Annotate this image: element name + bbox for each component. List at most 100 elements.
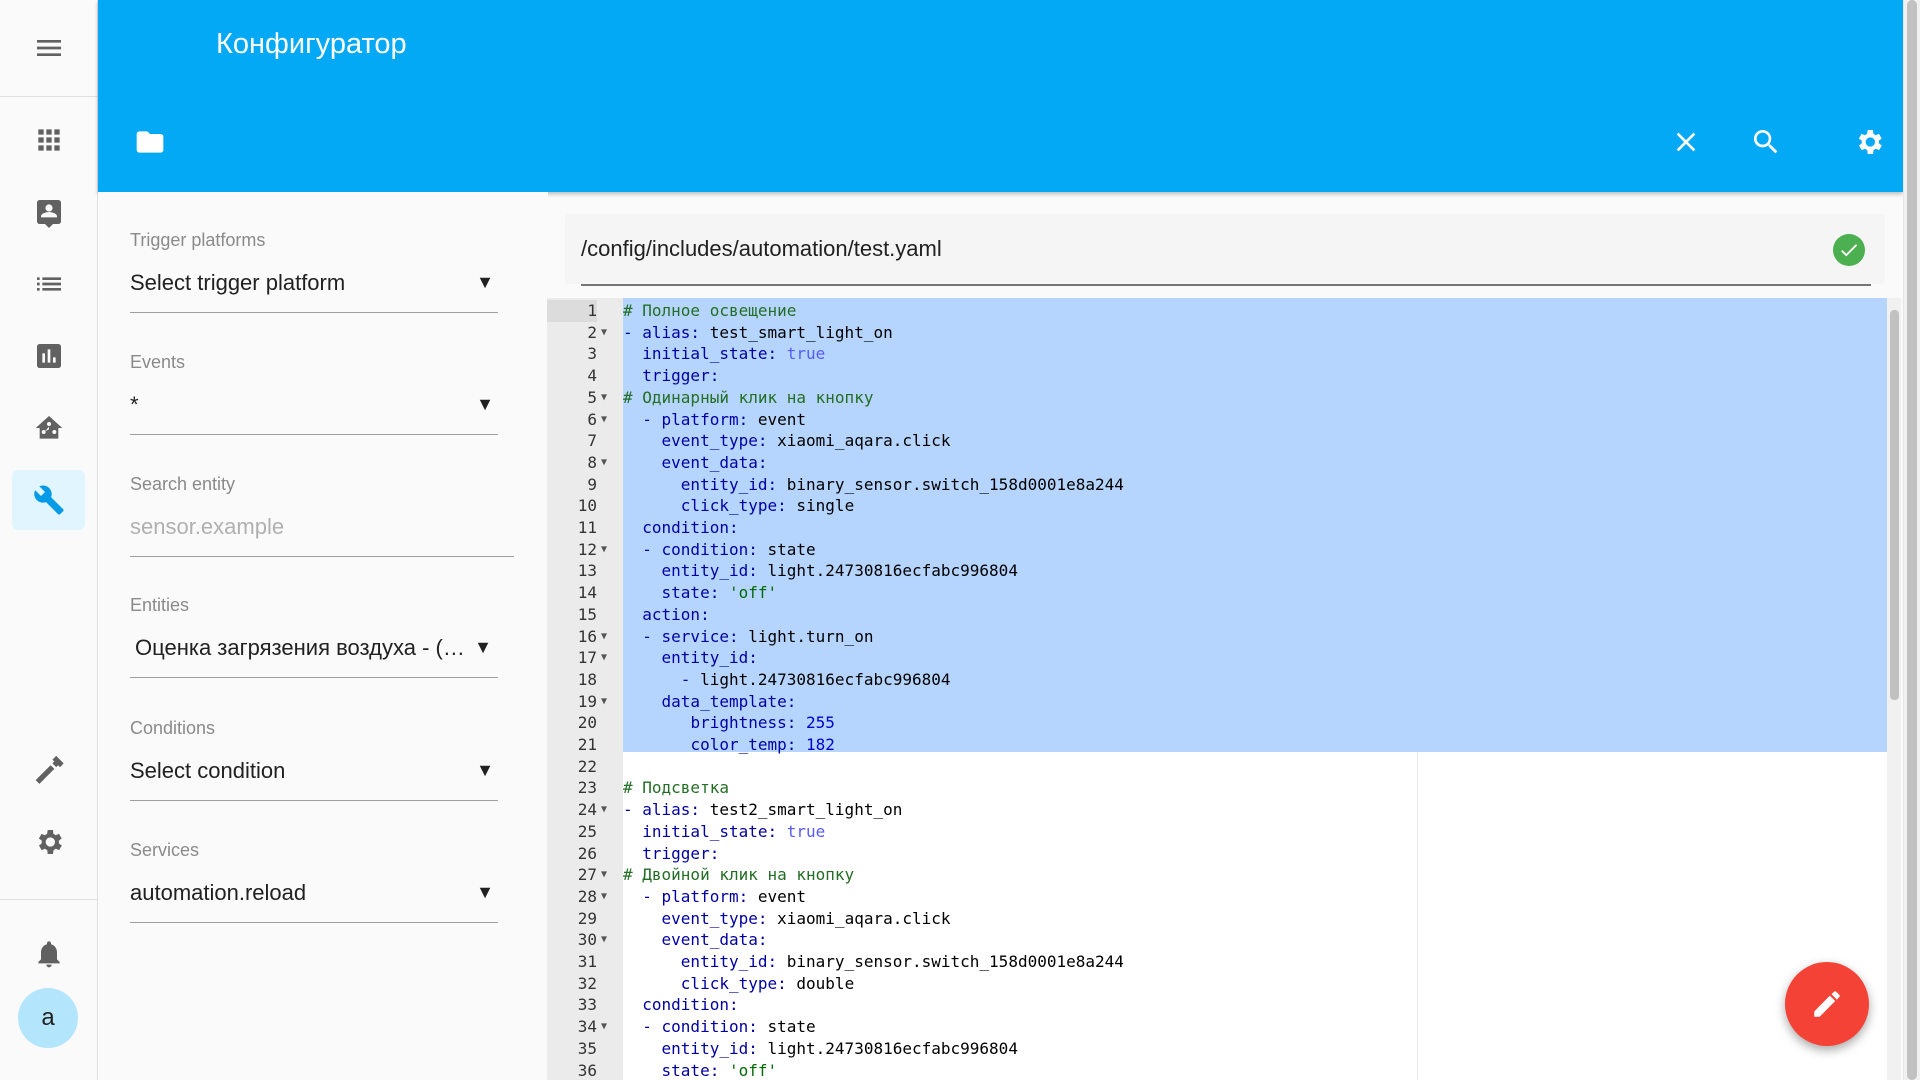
field-label: Conditions	[130, 718, 216, 738]
chart-icon[interactable]	[12, 326, 85, 386]
page-title: Конфигуратор	[216, 28, 407, 60]
code-line[interactable]: 4 trigger:	[547, 365, 1887, 387]
page-scrollbar[interactable]	[1903, 0, 1920, 1080]
line-number: 20	[577, 713, 597, 733]
code-text: condition:	[642, 518, 739, 537]
fold-toggle-icon[interactable]: ▼	[601, 864, 607, 886]
code-line[interactable]: 10 click_type: single	[547, 495, 1887, 517]
fold-toggle-icon[interactable]: ▼	[601, 929, 607, 951]
code-line[interactable]: 19 ▼ data_template:	[547, 691, 1887, 713]
code-line[interactable]: 9 entity_id: binary_sensor.switch_158d00…	[547, 474, 1887, 496]
dropdown-arrow-icon[interactable]: ▼	[474, 637, 492, 658]
line-number: 2	[587, 322, 597, 342]
folder-icon[interactable]	[128, 120, 172, 164]
line-number: 34	[577, 1017, 597, 1037]
field-underline	[130, 434, 498, 435]
account-box-icon[interactable]	[12, 182, 85, 242]
code-text: # Двойной клик на кнопку	[623, 865, 855, 885]
editor-scrollbar-thumb[interactable]	[1890, 310, 1899, 700]
fold-toggle-icon[interactable]: ▼	[601, 1016, 607, 1038]
wrench-icon[interactable]	[12, 470, 85, 530]
code-line[interactable]: 17 ▼ entity_id:	[547, 647, 1887, 669]
line-number: 9	[587, 474, 597, 494]
fold-toggle-icon[interactable]: ▼	[601, 387, 607, 409]
edit-fab-button[interactable]	[1785, 962, 1869, 1046]
code-text: - alias: test2_smart_light_on	[623, 800, 903, 820]
select-value: Оценка загрязения воздуха - (sensor.air_…	[135, 635, 475, 660]
fold-toggle-icon[interactable]: ▼	[601, 539, 607, 561]
conditions-select[interactable]: Conditions Select condition ▼	[130, 718, 510, 801]
input-placeholder[interactable]: sensor.example	[130, 514, 490, 540]
code-line[interactable]: 24 ▼ - alias: test2_smart_light_on	[547, 799, 1887, 821]
fold-toggle-icon[interactable]: ▼	[601, 452, 607, 474]
code-line[interactable]: 3 initial_state: true	[547, 343, 1887, 365]
code-line[interactable]: 5 ▼ # Одинарный клик на кнопку	[547, 387, 1887, 409]
entities-select[interactable]: Entities Оценка загрязения воздуха - (se…	[130, 595, 510, 678]
code-line[interactable]: 25 initial_state: true	[547, 821, 1887, 843]
code-line[interactable]: 14 state: 'off'	[547, 582, 1887, 604]
fold-toggle-icon[interactable]: ▼	[601, 691, 607, 713]
code-line[interactable]: 18 - light.24730816ecfabc996804	[547, 669, 1887, 691]
code-line[interactable]: 8 ▼ event_data:	[547, 452, 1887, 474]
events-select[interactable]: Events * ▼	[130, 352, 510, 435]
search-entity-input[interactable]: Search entity sensor.example	[130, 474, 514, 557]
code-line[interactable]: 34 ▼ - condition: state	[547, 1016, 1887, 1038]
fold-toggle-icon[interactable]: ▼	[601, 647, 607, 669]
code-line[interactable]: 1 # Полное освещение	[547, 300, 1887, 322]
code-text: brightness: 255	[690, 713, 835, 733]
code-line[interactable]: 33 condition:	[547, 994, 1887, 1016]
fold-toggle-icon[interactable]: ▼	[601, 409, 607, 431]
line-number: 7	[587, 431, 597, 451]
search-icon[interactable]	[1744, 120, 1788, 164]
code-line[interactable]: 6 ▼ - platform: event	[547, 409, 1887, 431]
dropdown-arrow-icon[interactable]: ▼	[476, 272, 494, 293]
code-line[interactable]: 31 entity_id: binary_sensor.switch_158d0…	[547, 951, 1887, 973]
home-network-icon[interactable]	[12, 398, 85, 458]
bell-icon[interactable]	[12, 924, 85, 984]
code-line[interactable]: 2 ▼ - alias: test_smart_light_on	[547, 322, 1887, 344]
code-line[interactable]: 20 brightness: 255	[547, 712, 1887, 734]
code-line[interactable]: 16 ▼ - service: light.turn_on	[547, 626, 1887, 648]
fold-toggle-icon[interactable]: ▼	[601, 626, 607, 648]
code-line[interactable]: 12 ▼ - condition: state	[547, 539, 1887, 561]
code-line[interactable]: 13 entity_id: light.24730816ecfabc996804	[547, 560, 1887, 582]
avatar[interactable]: a	[18, 988, 78, 1048]
code-line[interactable]: 36 state: 'off'	[547, 1060, 1887, 1080]
menu-icon[interactable]	[0, 0, 98, 97]
code-line[interactable]: 35 entity_id: light.24730816ecfabc996804	[547, 1038, 1887, 1060]
page-scrollbar-thumb[interactable]	[1907, 0, 1917, 1080]
trigger-platform-select[interactable]: Trigger platforms Select trigger platfor…	[130, 230, 510, 313]
line-number: 23	[577, 778, 597, 798]
services-select[interactable]: Services automation.reload ▼	[130, 840, 510, 923]
code-line[interactable]: 11 condition:	[547, 517, 1887, 539]
code-line[interactable]: 7 event_type: xiaomi_aqara.click	[547, 430, 1887, 452]
dropdown-arrow-icon[interactable]: ▼	[476, 760, 494, 781]
code-line[interactable]: 23 # Подсветка	[547, 777, 1887, 799]
settings-icon[interactable]	[1847, 120, 1891, 164]
fold-toggle-icon[interactable]: ▼	[601, 799, 607, 821]
code-editor[interactable]: 1 # Полное освещение 2 ▼ - alias: test_smart…	[547, 298, 1887, 1080]
code-line[interactable]: 27 ▼ # Двойной клик на кнопку	[547, 864, 1887, 886]
code-line[interactable]: 26 trigger:	[547, 843, 1887, 865]
code-text: entity_id: binary_sensor.switch_158d0001…	[680, 474, 1124, 494]
code-line[interactable]: 15 action:	[547, 604, 1887, 626]
apps-icon[interactable]	[12, 110, 85, 170]
gear-icon[interactable]	[12, 812, 85, 872]
dropdown-arrow-icon[interactable]: ▼	[476, 882, 494, 903]
hammer-icon[interactable]	[12, 740, 85, 800]
code-line[interactable]: 28 ▼ - platform: event	[547, 886, 1887, 908]
code-line[interactable]: 30 ▼ event_data:	[547, 929, 1887, 951]
code-line[interactable]: 22	[547, 756, 1887, 778]
code-line[interactable]: 29 event_type: xiaomi_aqara.click	[547, 908, 1887, 930]
fold-toggle-icon[interactable]: ▼	[601, 322, 607, 344]
list-icon[interactable]	[12, 254, 85, 314]
editor-scrollbar[interactable]	[1887, 298, 1901, 1080]
close-icon[interactable]	[1664, 120, 1708, 164]
fold-toggle-icon[interactable]: ▼	[601, 886, 607, 908]
dropdown-arrow-icon[interactable]: ▼	[476, 394, 494, 415]
code-line[interactable]: 32 click_type: double	[547, 973, 1887, 995]
field-underline	[130, 312, 498, 313]
field-underline	[130, 677, 498, 678]
code-line[interactable]: 21 color_temp: 182	[547, 734, 1887, 756]
line-number: 35	[577, 1038, 597, 1058]
